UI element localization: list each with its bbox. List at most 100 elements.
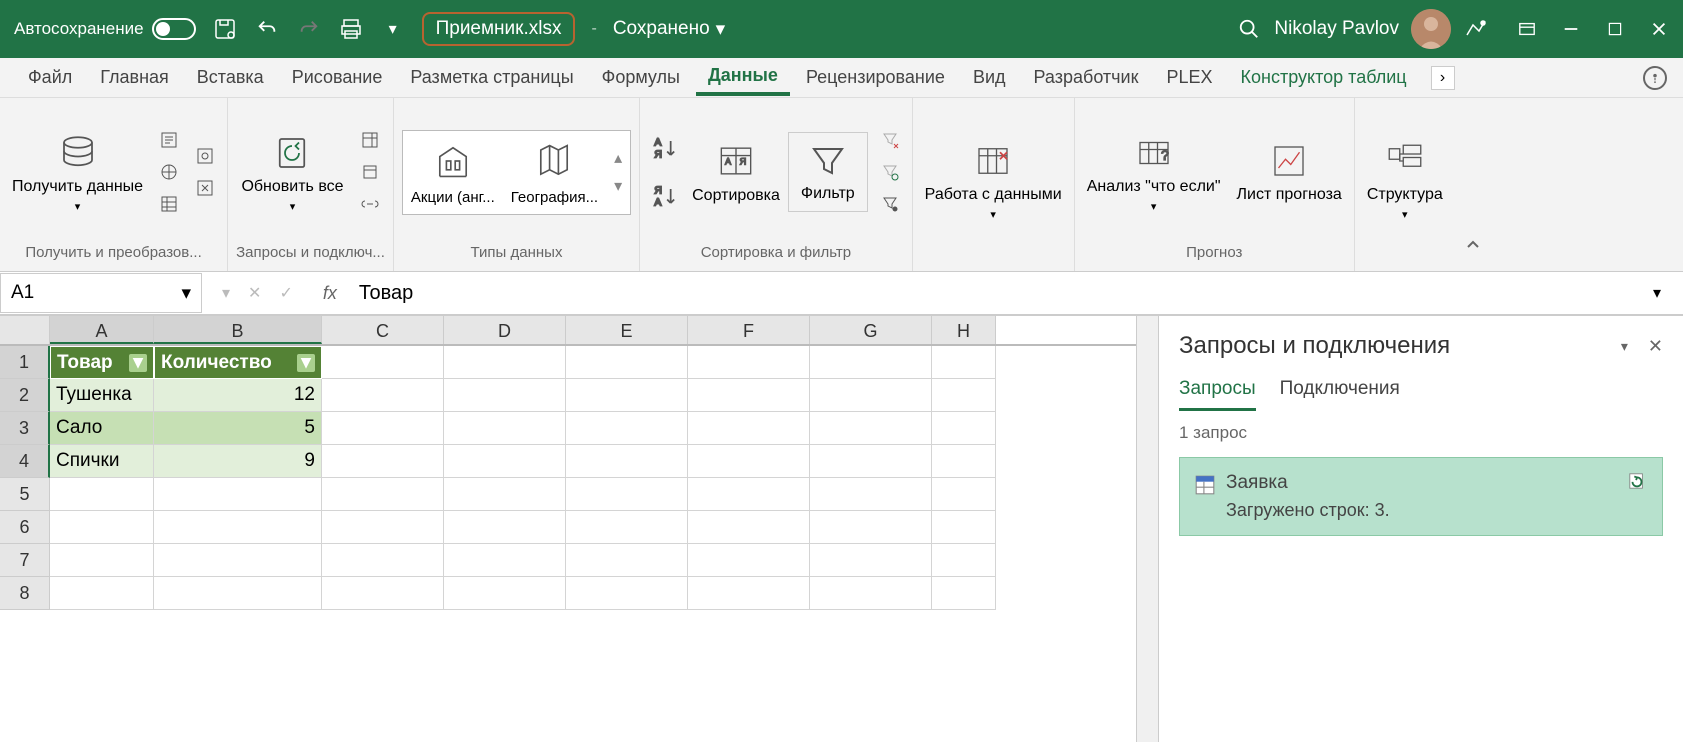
clear-filter-icon[interactable] <box>876 126 904 154</box>
cell[interactable] <box>688 412 810 445</box>
cell[interactable] <box>688 511 810 544</box>
row-header-4[interactable]: 4 <box>0 445 50 478</box>
tab-view[interactable]: Вид <box>961 61 1018 94</box>
row-header-7[interactable]: 7 <box>0 544 50 577</box>
print-icon[interactable] <box>338 16 364 42</box>
cell[interactable] <box>322 346 444 379</box>
expand-formula-icon[interactable]: ▾ <box>1653 283 1673 303</box>
cell[interactable]: Тушенка <box>50 379 154 412</box>
tab-draw[interactable]: Рисование <box>280 61 395 94</box>
cancel-formula-icon[interactable]: ✕ <box>248 283 261 303</box>
cell[interactable] <box>688 445 810 478</box>
col-header-g[interactable]: G <box>810 316 932 344</box>
cell[interactable] <box>444 346 566 379</box>
cell[interactable] <box>154 478 322 511</box>
cell[interactable] <box>932 346 996 379</box>
cell[interactable] <box>322 412 444 445</box>
what-if-button[interactable]: ? Анализ "что если" ▾ <box>1083 128 1225 217</box>
advanced-filter-icon[interactable] <box>876 190 904 218</box>
col-header-d[interactable]: D <box>444 316 566 344</box>
row-header-6[interactable]: 6 <box>0 511 50 544</box>
cell[interactable] <box>566 412 688 445</box>
formula-input[interactable]: Товар <box>347 282 1653 305</box>
tab-pagelayout[interactable]: Разметка страницы <box>398 61 585 94</box>
tab-table-design[interactable]: Конструктор таблиц <box>1229 61 1419 94</box>
name-box[interactable]: A1 ▾ <box>0 273 202 313</box>
cell[interactable] <box>810 577 932 610</box>
cell[interactable] <box>566 445 688 478</box>
panel-dropdown-icon[interactable]: ▾ <box>1621 338 1628 355</box>
query-card[interactable]: Заявка Загружено строк: 3. <box>1179 457 1663 536</box>
name-box-dropdown-icon[interactable]: ▾ <box>181 282 191 305</box>
cell[interactable] <box>810 379 932 412</box>
cell[interactable] <box>932 478 996 511</box>
cell[interactable] <box>444 445 566 478</box>
tab-insert[interactable]: Вставка <box>185 61 276 94</box>
autosave-toggle[interactable] <box>152 18 196 40</box>
tab-plex[interactable]: PLEX <box>1154 61 1224 94</box>
cell[interactable] <box>322 379 444 412</box>
user-avatar[interactable] <box>1411 9 1451 49</box>
col-header-a[interactable]: A <box>50 316 154 344</box>
cell[interactable] <box>444 379 566 412</box>
cell[interactable] <box>932 445 996 478</box>
help-icon[interactable] <box>1643 66 1667 90</box>
cell[interactable] <box>810 478 932 511</box>
cell[interactable] <box>50 511 154 544</box>
cell[interactable] <box>322 577 444 610</box>
query-refresh-icon[interactable] <box>1628 472 1648 492</box>
minimize-icon[interactable] <box>1561 19 1581 39</box>
formula-dropdown-icon[interactable]: ▾ <box>222 283 230 303</box>
cell[interactable] <box>688 346 810 379</box>
col-header-c[interactable]: C <box>322 316 444 344</box>
cell[interactable] <box>566 379 688 412</box>
from-text-icon[interactable] <box>155 126 183 154</box>
cell[interactable] <box>810 412 932 445</box>
save-status[interactable]: Сохранено ▾ <box>613 18 725 41</box>
outline-button[interactable]: Структура ▾ <box>1363 136 1447 225</box>
cell[interactable] <box>932 511 996 544</box>
geography-type[interactable]: География... <box>511 139 598 206</box>
cell[interactable] <box>688 577 810 610</box>
get-data-button[interactable]: Получить данные ▾ <box>8 128 147 217</box>
qat-dropdown-icon[interactable]: ▾ <box>380 16 406 42</box>
ribbon-display-icon[interactable] <box>1517 19 1537 39</box>
cell[interactable] <box>444 478 566 511</box>
user-name[interactable]: Nikolay Pavlov <box>1274 18 1399 40</box>
cell[interactable] <box>322 511 444 544</box>
from-web-icon[interactable] <box>155 158 183 186</box>
tab-data[interactable]: Данные <box>696 59 790 96</box>
table-header-cell[interactable]: Количество ▾ <box>154 346 322 379</box>
cell[interactable] <box>932 544 996 577</box>
row-header-8[interactable]: 8 <box>0 577 50 610</box>
tab-home[interactable]: Главная <box>88 61 181 94</box>
table-header-cell[interactable]: Товар ▾ <box>50 346 154 379</box>
insights-icon[interactable] <box>1463 16 1489 42</box>
cell[interactable] <box>322 544 444 577</box>
sort-desc-icon[interactable]: ЯА <box>648 178 684 214</box>
col-header-b[interactable]: B <box>154 316 322 344</box>
confirm-formula-icon[interactable]: ✓ <box>279 283 292 303</box>
data-types-up-icon[interactable]: ▴ <box>614 148 622 168</box>
cell[interactable]: 9 <box>154 445 322 478</box>
from-table-icon[interactable] <box>155 190 183 218</box>
cell[interactable] <box>444 511 566 544</box>
row-header-1[interactable]: 1 <box>0 346 50 379</box>
row-header-5[interactable]: 5 <box>0 478 50 511</box>
tab-review[interactable]: Рецензирование <box>794 61 957 94</box>
properties-icon[interactable] <box>356 158 384 186</box>
forecast-sheet-button[interactable]: Лист прогноза <box>1233 136 1346 208</box>
cell[interactable] <box>566 544 688 577</box>
cell[interactable] <box>154 544 322 577</box>
cell[interactable]: 12 <box>154 379 322 412</box>
data-tools-button[interactable]: Работа с данными ▾ <box>921 136 1066 225</box>
search-icon[interactable] <box>1236 16 1262 42</box>
panel-close-icon[interactable]: ✕ <box>1648 336 1663 357</box>
select-all-corner[interactable] <box>0 316 50 344</box>
cell[interactable] <box>566 577 688 610</box>
reapply-filter-icon[interactable] <box>876 158 904 186</box>
cell[interactable] <box>154 511 322 544</box>
cell[interactable] <box>932 379 996 412</box>
collapse-ribbon-icon[interactable] <box>1463 235 1491 263</box>
existing-connections-icon[interactable] <box>191 174 219 202</box>
